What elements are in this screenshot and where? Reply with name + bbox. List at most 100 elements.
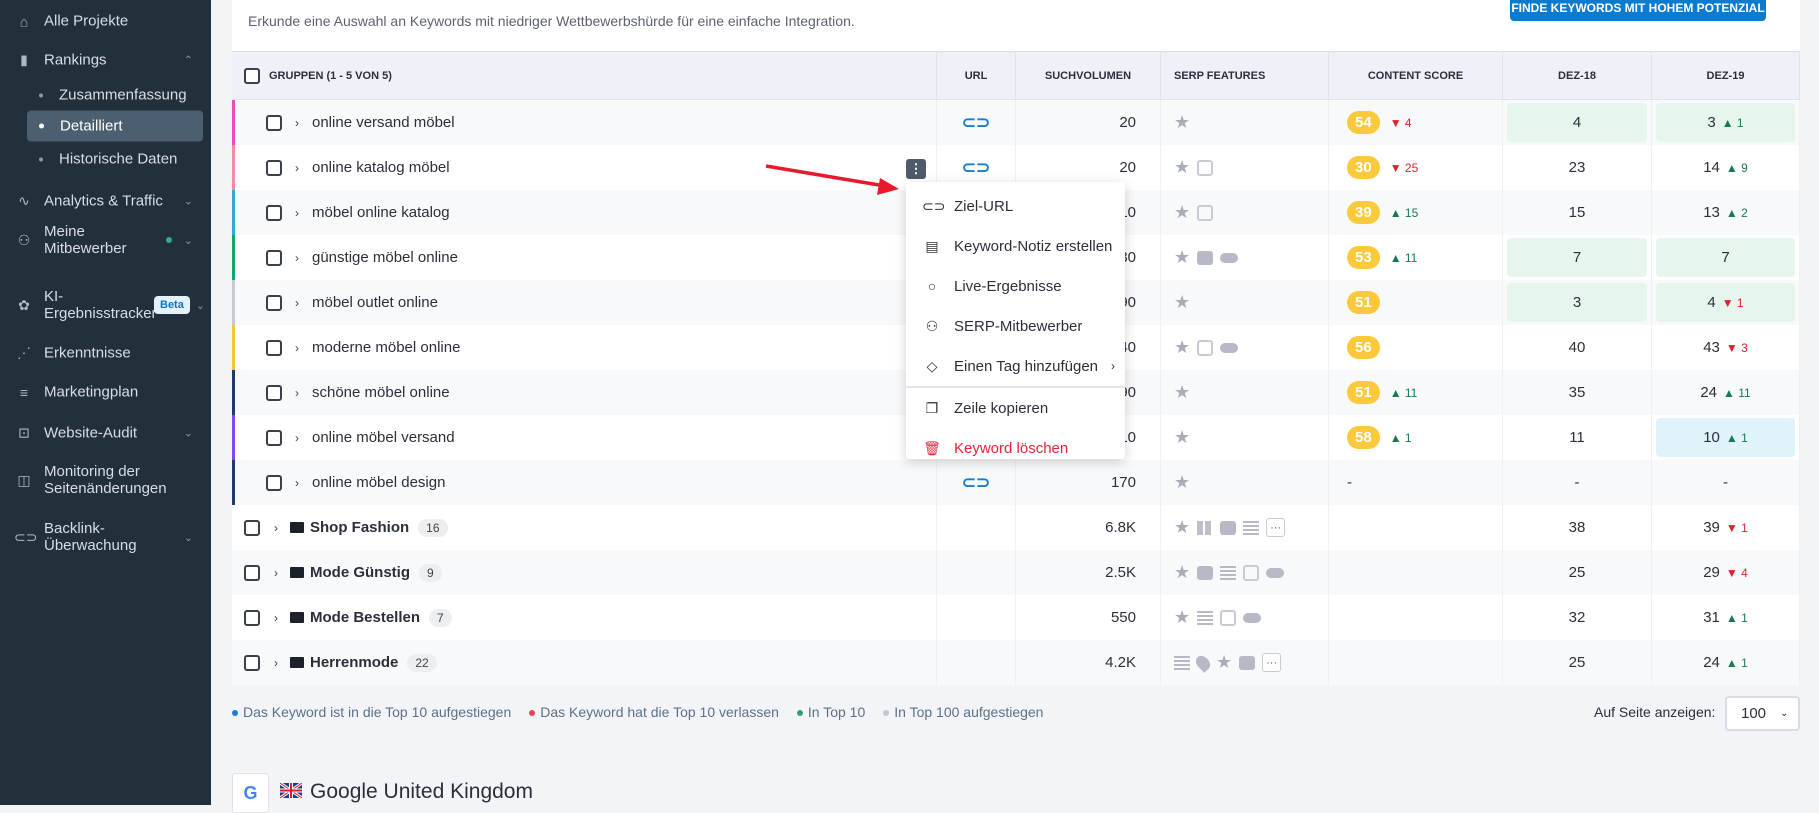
content-score-badge: 30 xyxy=(1347,156,1380,179)
column-url[interactable]: URL xyxy=(937,52,1016,99)
more-features-button[interactable]: ··· xyxy=(1262,653,1282,672)
rank-dez-19: - xyxy=(1652,460,1800,505)
sidebar-item-website-audit[interactable]: ⊡ Website-Audit ⌄ xyxy=(0,425,211,442)
expand-chevron-icon[interactable]: › xyxy=(295,386,299,400)
row-checkbox[interactable] xyxy=(266,159,282,176)
row-checkbox[interactable] xyxy=(266,294,282,311)
find-keywords-button[interactable]: FINDE KEYWORDS MIT HOHEM POTENZIAL xyxy=(1510,0,1766,21)
rank-value-box: 23 xyxy=(1507,148,1647,187)
content-score-cell xyxy=(1329,595,1503,640)
link-icon[interactable]: ⊂⊃ xyxy=(962,158,991,178)
content-score-badge: 51 xyxy=(1347,381,1380,404)
menu-item-serp-mitbewerber[interactable]: ⚇ SERP-Mitbewerber xyxy=(906,306,1125,346)
more-features-button[interactable]: ··· xyxy=(1266,518,1286,537)
keyword-text[interactable]: online möbel versand xyxy=(312,429,455,446)
sidebar-item-monitoring-der-seiten-nderungen[interactable]: ◫ Monitoring der Seitenänderungen xyxy=(0,463,211,497)
serp-features-cell: ★ xyxy=(1161,145,1329,190)
keyword-text[interactable]: möbel outlet online xyxy=(312,294,438,311)
expand-chevron-icon[interactable]: › xyxy=(295,476,299,490)
bullet-icon xyxy=(39,123,44,129)
rank-dez-19: 10 ▲ 1 xyxy=(1652,415,1800,460)
legend-dot-icon xyxy=(232,710,238,717)
video-icon xyxy=(1197,250,1214,265)
legend: Das Keyword ist in die Top 10 aufgestieg… xyxy=(232,704,1043,720)
keyword-text[interactable]: online katalog möbel xyxy=(312,159,450,176)
keyword-text[interactable]: möbel online katalog xyxy=(312,204,450,221)
keyword-text[interactable]: moderne möbel online xyxy=(312,339,460,356)
group-name[interactable]: Herrenmode xyxy=(310,654,398,671)
content-score: - xyxy=(1347,474,1352,491)
row-checkbox[interactable] xyxy=(244,654,260,671)
link-icon[interactable]: ⊂⊃ xyxy=(962,113,991,133)
row-checkbox[interactable] xyxy=(244,519,260,536)
serp-features-cell: ★ ··· xyxy=(1161,505,1329,550)
rank-dez-18: 7 xyxy=(1503,235,1652,280)
row-checkbox[interactable] xyxy=(266,114,282,131)
sidebar-item-alle-projekte[interactable]: ⌂ Alle Projekte xyxy=(0,13,211,30)
rank-down-indicator: ▼ 25 xyxy=(1389,160,1419,175)
row-checkbox[interactable] xyxy=(266,249,282,266)
expand-chevron-icon[interactable]: › xyxy=(295,431,299,445)
rank-value-box: 39 ▼ 1 xyxy=(1656,508,1795,547)
sidebar-item-ki-ergebnisstracker[interactable]: ✿ KI-Ergebnisstracker Beta ⌄ xyxy=(0,288,211,322)
link-icon[interactable]: ⊂⊃ xyxy=(962,473,991,493)
group-name[interactable]: Shop Fashion xyxy=(310,519,409,536)
expand-chevron-icon[interactable]: › xyxy=(274,611,278,625)
row-checkbox[interactable] xyxy=(266,384,282,401)
column-groups[interactable]: GRUPPEN (1 - 5 VON 5) xyxy=(269,70,392,82)
menu-item-keyword-l-schen[interactable]: 🗑 Keyword löschen xyxy=(906,428,1125,468)
keyword-text[interactable]: online versand möbel xyxy=(312,114,455,131)
row-checkbox[interactable] xyxy=(266,474,282,491)
url-cell xyxy=(937,505,1016,550)
expand-chevron-icon[interactable]: › xyxy=(295,161,299,175)
row-checkbox[interactable] xyxy=(244,564,260,581)
serp-features-cell: ★ xyxy=(1161,550,1329,595)
expand-chevron-icon[interactable]: › xyxy=(295,116,299,130)
context-menu: ⊂⊃ Ziel-URL ▤ Keyword-Notiz erstellen ○ Live-… xyxy=(906,182,1125,459)
pulse-icon: ∿ xyxy=(18,192,30,209)
column-dez-18[interactable]: DEZ-18 xyxy=(1503,52,1652,99)
expand-chevron-icon[interactable]: › xyxy=(274,521,278,535)
sidebar-item-backlink-berwachung[interactable]: ⊂⊃ Backlink-Überwachung ⌄ xyxy=(0,520,211,554)
expand-chevron-icon[interactable]: › xyxy=(295,251,299,265)
rank-value: 25 xyxy=(1568,564,1586,581)
sidebar-subitem-historische-daten[interactable]: Historische Daten xyxy=(27,144,203,175)
group-name[interactable]: Mode Bestellen xyxy=(310,609,420,626)
select-all-checkbox[interactable] xyxy=(244,67,260,84)
sidebar-item-analytics-traffic[interactable]: ∿ Analytics & Traffic ⌄ xyxy=(0,193,211,210)
row-checkbox[interactable] xyxy=(244,609,260,626)
expand-chevron-icon[interactable]: › xyxy=(295,206,299,220)
sidebar-item-marketingplan[interactable]: ≡ Marketingplan xyxy=(0,384,211,401)
per-page-select[interactable]: 100 ⌄ xyxy=(1725,696,1800,731)
row-checkbox[interactable] xyxy=(266,429,282,446)
row-actions-button[interactable]: ⋮ xyxy=(906,159,926,179)
sidebar-item-erkenntnisse[interactable]: ⋰ Erkenntnisse xyxy=(0,345,211,362)
menu-item-ziel-url[interactable]: ⊂⊃ Ziel-URL xyxy=(906,186,1125,226)
keyword-text[interactable]: günstige möbel online xyxy=(312,249,458,266)
menu-item-einen-tag-hinzuf-gen[interactable]: ◇ Einen Tag hinzufügen › xyxy=(906,346,1125,386)
expand-chevron-icon[interactable]: › xyxy=(295,341,299,355)
menu-item-keyword-notiz-erstellen[interactable]: ▤ Keyword-Notiz erstellen xyxy=(906,226,1125,266)
group-name[interactable]: Mode Günstig xyxy=(310,564,410,581)
menu-item-live-ergebnisse[interactable]: ○ Live-Ergebnisse xyxy=(906,266,1125,306)
menu-item-zeile-kopieren[interactable]: ❐ Zeile kopieren xyxy=(906,388,1125,428)
keyword-text[interactable]: schöne möbel online xyxy=(312,384,450,401)
sidebar-subitem-zusammenfassung[interactable]: Zusammenfassung xyxy=(27,80,203,111)
rank-value-box: 29 ▼ 4 xyxy=(1656,553,1795,592)
column-serp-features[interactable]: SERP FEATURES xyxy=(1161,52,1329,99)
rank-value: 24 xyxy=(1703,654,1720,671)
keyword-text[interactable]: online möbel design xyxy=(312,474,445,491)
column-content-score[interactable]: CONTENT SCORE xyxy=(1329,52,1503,99)
expand-chevron-icon[interactable]: › xyxy=(274,656,278,670)
sidebar-subitem-detailliert[interactable]: Detailliert xyxy=(27,110,203,142)
folder-icon xyxy=(290,522,304,533)
row-checkbox[interactable] xyxy=(266,339,282,356)
row-checkbox[interactable] xyxy=(266,204,282,221)
expand-chevron-icon[interactable]: › xyxy=(274,566,278,580)
expand-chevron-icon[interactable]: › xyxy=(295,296,299,310)
column-search-volume[interactable]: SUCHVOLUMEN xyxy=(1016,52,1161,99)
sidebar-item-rankings[interactable]: ▮ Rankings ⌃ xyxy=(0,52,211,69)
sidebar-item-meine-mitbewerber[interactable]: ⚇ Meine Mitbewerber ⌄ xyxy=(0,223,211,257)
rank-value: 15 xyxy=(1568,204,1586,221)
column-dez-19[interactable]: DEZ-19 xyxy=(1652,52,1800,99)
